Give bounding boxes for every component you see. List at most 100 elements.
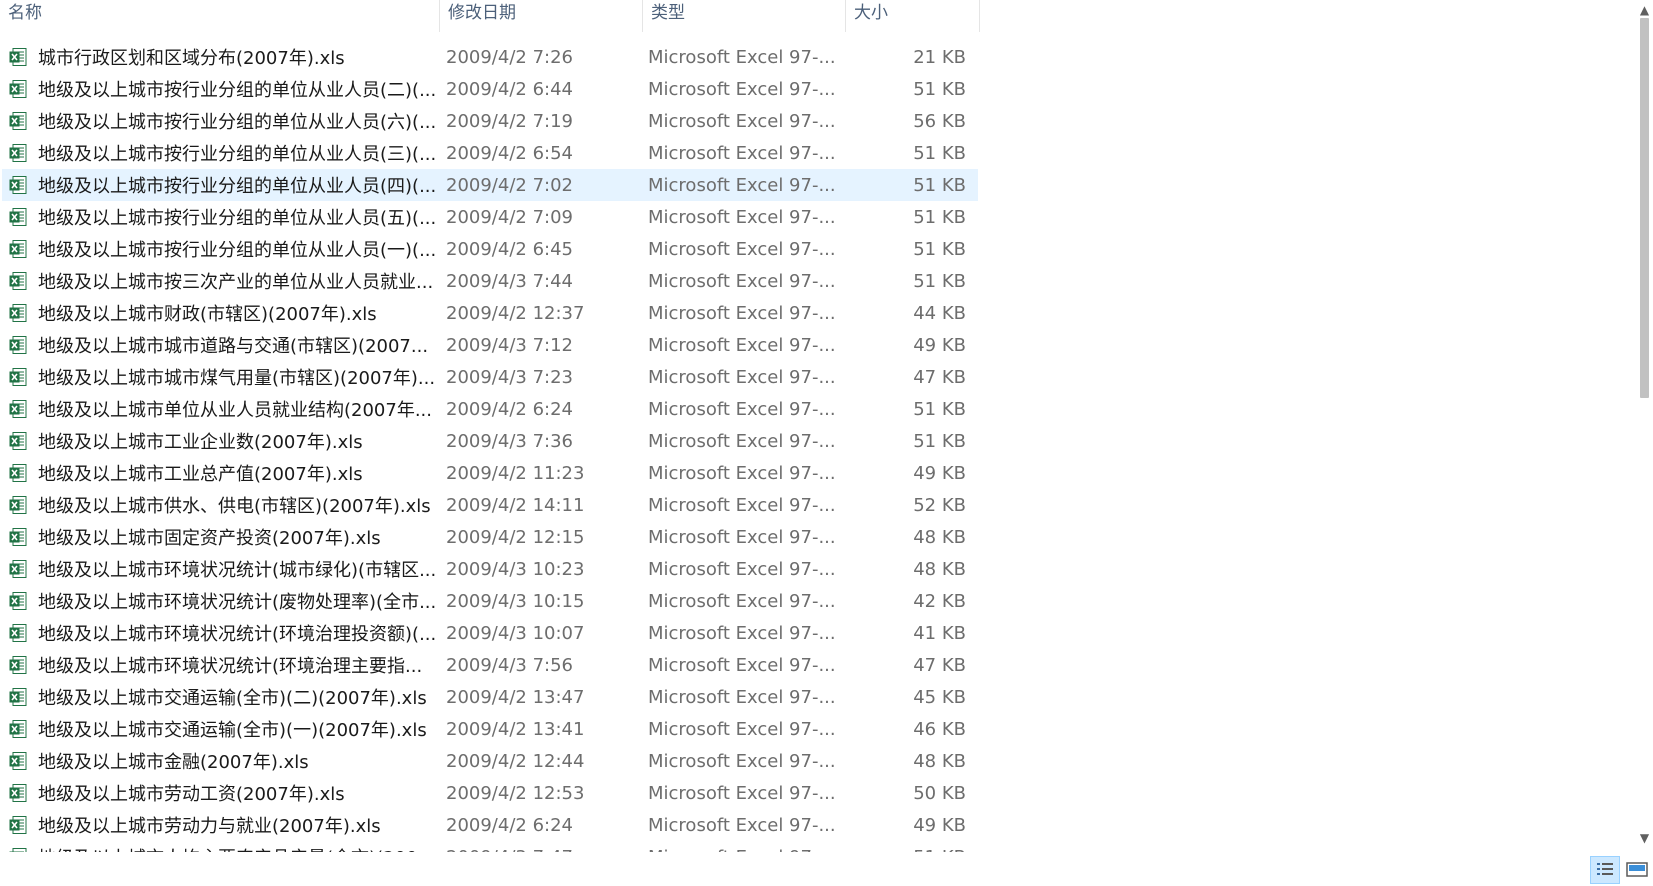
file-name: 地级及以上城市供水、供电(市辖区)(2007年).xls (38, 496, 431, 517)
file-name-cell[interactable]: 地级及以上城市工业总产值(2007年).xls (2, 460, 436, 486)
file-row[interactable]: 地级及以上城市按行业分组的单位从业人员(五)(... 2009/4/2 7:09 M… (2, 201, 978, 233)
excel-file-icon (8, 271, 28, 291)
file-name-cell[interactable]: 地级及以上城市环境状况统计(环境治理主要指... (2, 652, 436, 678)
file-name-cell[interactable]: 地级及以上城市环境状况统计(环境治理投资额)(... (2, 620, 436, 646)
file-name-cell[interactable]: 地级及以上城市交通运输(全市)(二)(2007年).xls (2, 684, 436, 710)
scroll-up-arrow-icon[interactable]: ▲ (1638, 4, 1651, 16)
column-header-size[interactable]: 大小 (846, 0, 980, 32)
file-size: 51 KB (913, 78, 966, 100)
file-row[interactable]: 地级及以上城市供水、供电(市辖区)(2007年).xls 2009/4/2 14:… (2, 489, 978, 521)
vertical-scrollbar[interactable]: ▲ ▼ (1636, 0, 1653, 852)
file-size: 51 KB (913, 430, 966, 452)
file-name-cell[interactable]: 地级及以上城市城市道路与交通(市辖区)(2007... (2, 332, 436, 358)
file-row[interactable]: 地级及以上城市工业总产值(2007年).xls 2009/4/2 11:23 Mic… (2, 457, 978, 489)
file-name-cell[interactable]: 地级及以上城市工业企业数(2007年).xls (2, 428, 436, 454)
file-name: 地级及以上城市单位从业人员就业结构(2007年... (38, 400, 432, 421)
file-row[interactable]: 地级及以上城市按行业分组的单位从业人员(二)(... 2009/4/2 6:44 M… (2, 73, 978, 105)
file-name-cell[interactable]: 地级及以上城市金融(2007年).xls (2, 748, 436, 774)
file-name-cell[interactable]: 地级及以上城市人均主要农产品产量(全市)(200... (2, 844, 436, 852)
file-date-modified: 2009/4/3 10:23 (446, 558, 585, 580)
file-row[interactable]: 地级及以上城市按行业分组的单位从业人员(一)(... 2009/4/2 6:45 M… (2, 233, 978, 265)
excel-file-icon (8, 303, 28, 323)
file-name: 地级及以上城市交通运输(全市)(二)(2007年).xls (38, 688, 427, 709)
file-date-modified: 2009/4/2 7:26 (446, 46, 573, 68)
file-name: 地级及以上城市环境状况统计(环境治理投资额)(... (38, 624, 436, 645)
file-row[interactable]: 地级及以上城市财政(市辖区)(2007年).xls 2009/4/2 12:37 M… (2, 297, 978, 329)
file-name-cell[interactable]: 地级及以上城市财政(市辖区)(2007年).xls (2, 300, 436, 326)
file-name-cell[interactable]: 城市行政区划和区域分布(2007年).xls (2, 44, 436, 70)
excel-file-icon (8, 463, 28, 483)
excel-file-icon (8, 335, 28, 355)
file-row[interactable]: 地级及以上城市按行业分组的单位从业人员(三)(... 2009/4/2 6:54 M… (2, 137, 978, 169)
file-row[interactable]: 地级及以上城市单位从业人员就业结构(2007年... 2009/4/2 6:24 M… (2, 393, 978, 425)
excel-file-icon (8, 207, 28, 227)
file-date-modified: 2009/4/2 6:44 (446, 78, 573, 100)
file-type: Microsoft Excel 97-... (648, 334, 836, 356)
file-row[interactable]: 地级及以上城市劳动力与就业(2007年).xls 2009/4/2 6:24 Mic… (2, 809, 978, 841)
file-name-cell[interactable]: 地级及以上城市按行业分组的单位从业人员(三)(... (2, 140, 436, 166)
file-row[interactable]: 地级及以上城市人均主要农产品产量(全市)(200...2009/4/3 7:47… (2, 841, 978, 852)
file-name-cell[interactable]: 地级及以上城市按行业分组的单位从业人员(六)(... (2, 108, 436, 134)
file-row[interactable]: 地级及以上城市按行业分组的单位从业人员(六)(... 2009/4/2 7:19 M… (2, 105, 978, 137)
file-name-cell[interactable]: 地级及以上城市环境状况统计(城市绿化)(市辖区... (2, 556, 436, 582)
file-name: 地级及以上城市按行业分组的单位从业人员(四)(... (38, 176, 436, 197)
file-row[interactable]: 地级及以上城市环境状况统计(环境治理投资额)(... 2009/4/3 10:07… (2, 617, 978, 649)
scrollbar-thumb[interactable] (1640, 18, 1649, 398)
file-name-cell[interactable]: 地级及以上城市供水、供电(市辖区)(2007年).xls (2, 492, 436, 518)
file-date-modified: 2009/4/2 11:23 (446, 462, 585, 484)
file-row[interactable]: 地级及以上城市工业企业数(2007年).xls 2009/4/3 7:36 Micr… (2, 425, 978, 457)
file-name: 地级及以上城市工业企业数(2007年).xls (38, 432, 363, 453)
file-size: 51 KB (913, 398, 966, 420)
column-header-type[interactable]: 类型 (643, 0, 846, 32)
file-row[interactable]: 地级及以上城市交通运输(全市)(二)(2007年).xls 2009/4/2 13… (2, 681, 978, 713)
file-name: 地级及以上城市工业总产值(2007年).xls (38, 464, 363, 485)
file-name-cell[interactable]: 地级及以上城市环境状况统计(废物处理率)(全市... (2, 588, 436, 614)
file-row[interactable]: 地级及以上城市城市煤气用量(市辖区)(2007年).... 2009/4/3 7:… (2, 361, 978, 393)
file-name-cell[interactable]: 地级及以上城市劳动力与就业(2007年).xls (2, 812, 436, 838)
file-type: Microsoft Excel 97-... (648, 526, 836, 548)
file-row[interactable]: 城市行政区划和区域分布(2007年).xls 2009/4/2 7:26 Micro… (2, 41, 978, 73)
file-row[interactable]: 地级及以上城市环境状况统计(废物处理率)(全市... 2009/4/3 10:15… (2, 585, 978, 617)
file-name-cell[interactable]: 地级及以上城市单位从业人员就业结构(2007年... (2, 396, 436, 422)
file-name-cell[interactable]: 地级及以上城市按行业分组的单位从业人员(一)(... (2, 236, 436, 262)
excel-file-icon (8, 79, 28, 99)
file-row[interactable]: 地级及以上城市环境状况统计(城市绿化)(市辖区... 2009/4/3 10:23… (2, 553, 978, 585)
column-header-name[interactable]: 名称 (0, 0, 440, 32)
file-name-cell[interactable]: 地级及以上城市按行业分组的单位从业人员(四)(... (2, 172, 436, 198)
file-row[interactable]: 地级及以上城市环境状况统计(环境治理主要指... 2009/4/3 7:56 Mic… (2, 649, 978, 681)
file-type: Microsoft Excel 97-... (648, 622, 836, 644)
file-date-modified: 2009/4/2 12:37 (446, 302, 585, 324)
excel-file-icon (8, 47, 28, 67)
file-name-cell[interactable]: 地级及以上城市城市煤气用量(市辖区)(2007年).... (2, 364, 436, 390)
file-name-cell[interactable]: 地级及以上城市按三次产业的单位从业人员就业... (2, 268, 436, 294)
file-row[interactable]: 地级及以上城市城市道路与交通(市辖区)(2007... 2009/4/3 7:12… (2, 329, 978, 361)
file-row[interactable]: 地级及以上城市按行业分组的单位从业人员(四)(... 2009/4/2 7:02 M… (2, 169, 978, 201)
file-row[interactable]: 地级及以上城市金融(2007年).xls 2009/4/2 12:44 Micros… (2, 745, 978, 777)
file-date-modified: 2009/4/3 7:56 (446, 654, 573, 676)
file-row[interactable]: 地级及以上城市交通运输(全市)(一)(2007年).xls 2009/4/2 13… (2, 713, 978, 745)
file-date-modified: 2009/4/2 13:47 (446, 686, 585, 708)
file-list: 城市行政区划和区域分布(2007年).xls 2009/4/2 7:26 Micro… (0, 41, 980, 852)
file-name-cell[interactable]: 地级及以上城市固定资产投资(2007年).xls (2, 524, 436, 550)
details-view-button[interactable] (1590, 856, 1620, 884)
excel-file-icon (8, 367, 28, 387)
file-name-cell[interactable]: 地级及以上城市按行业分组的单位从业人员(二)(... (2, 76, 436, 102)
file-name-cell[interactable]: 地级及以上城市劳动工资(2007年).xls (2, 780, 436, 806)
file-name-cell[interactable]: 地级及以上城市交通运输(全市)(一)(2007年).xls (2, 716, 436, 742)
large-icons-view-button[interactable] (1623, 856, 1653, 884)
file-date-modified: 2009/4/2 6:24 (446, 814, 573, 836)
file-name-cell[interactable]: 地级及以上城市按行业分组的单位从业人员(五)(... (2, 204, 436, 230)
column-header-date-modified[interactable]: 修改日期 (440, 0, 643, 32)
file-row[interactable]: 地级及以上城市固定资产投资(2007年).xls 2009/4/2 12:15 Mi… (2, 521, 978, 553)
file-type: Microsoft Excel 97-... (648, 814, 836, 836)
file-row[interactable]: 地级及以上城市劳动工资(2007年).xls 2009/4/2 12:53 Micr… (2, 777, 978, 809)
column-header-bar: 名称 修改日期 类型 大小 (0, 0, 980, 32)
scroll-down-arrow-icon[interactable]: ▼ (1638, 832, 1651, 844)
file-size: 52 KB (913, 494, 966, 516)
excel-file-icon (8, 687, 28, 707)
file-row[interactable]: 地级及以上城市按三次产业的单位从业人员就业... 2009/4/3 7:44 Mic… (2, 265, 978, 297)
file-type: Microsoft Excel 97-... (648, 494, 836, 516)
file-type: Microsoft Excel 97-... (648, 174, 836, 196)
file-size: 48 KB (913, 558, 966, 580)
file-name: 地级及以上城市环境状况统计(城市绿化)(市辖区... (38, 560, 436, 581)
